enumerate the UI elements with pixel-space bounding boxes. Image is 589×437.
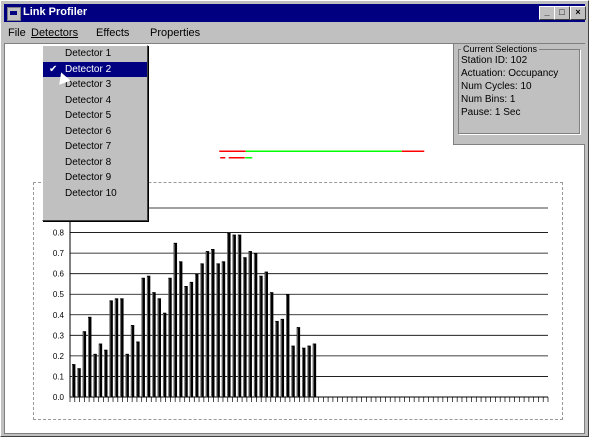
detector-menu-label: Detector 1 <box>65 48 112 59</box>
detectors-dropdown-menu: Detector 1 ✔ Detector 2 Detector 3 Detector … <box>42 45 148 221</box>
y-tick-label: 0.7 <box>53 249 65 258</box>
detector-menu-label: Detector 7 <box>65 141 112 152</box>
y-tick-label: 0.5 <box>53 290 65 299</box>
y-tick-label: 0.4 <box>53 311 65 320</box>
detector-menu-item[interactable]: Detector 4 <box>43 93 147 109</box>
detector-menu-label: Detector 4 <box>65 94 112 106</box>
detector-menu-item[interactable]: Detector 7 <box>43 139 147 155</box>
y-tick-label: 0.2 <box>53 352 65 361</box>
y-tick-label: 0.6 <box>53 270 65 279</box>
detector-menu-label: Detector 10 <box>65 187 117 199</box>
detector-menu-label: Detector 2 <box>65 63 112 75</box>
detector-menu-item[interactable]: Detector 9 <box>43 170 147 186</box>
detector-menu-item[interactable]: Detector 8 <box>43 155 147 171</box>
detector-menu-label: Detector 5 <box>65 110 112 121</box>
y-tick-label: 0.1 <box>53 372 65 381</box>
detector-menu-item[interactable]: Detector 6 <box>43 124 147 140</box>
detector-menu-item[interactable]: Detector 1 <box>43 46 147 62</box>
detector-menu-label: Detector 9 <box>65 172 112 183</box>
y-tick-label: 0.8 <box>53 229 65 238</box>
detector-menu-label: Detector 6 <box>65 125 112 137</box>
detector-menu-item[interactable]: Detector 5 <box>43 108 147 124</box>
detector-menu-label: Detector 8 <box>65 156 112 168</box>
y-tick-label: 0.0 <box>53 393 65 402</box>
detector-menu-item[interactable]: Detector 10 <box>43 186 147 202</box>
detector-menu-label: Detector 3 <box>65 79 112 90</box>
y-tick-label: 0.3 <box>53 331 65 340</box>
